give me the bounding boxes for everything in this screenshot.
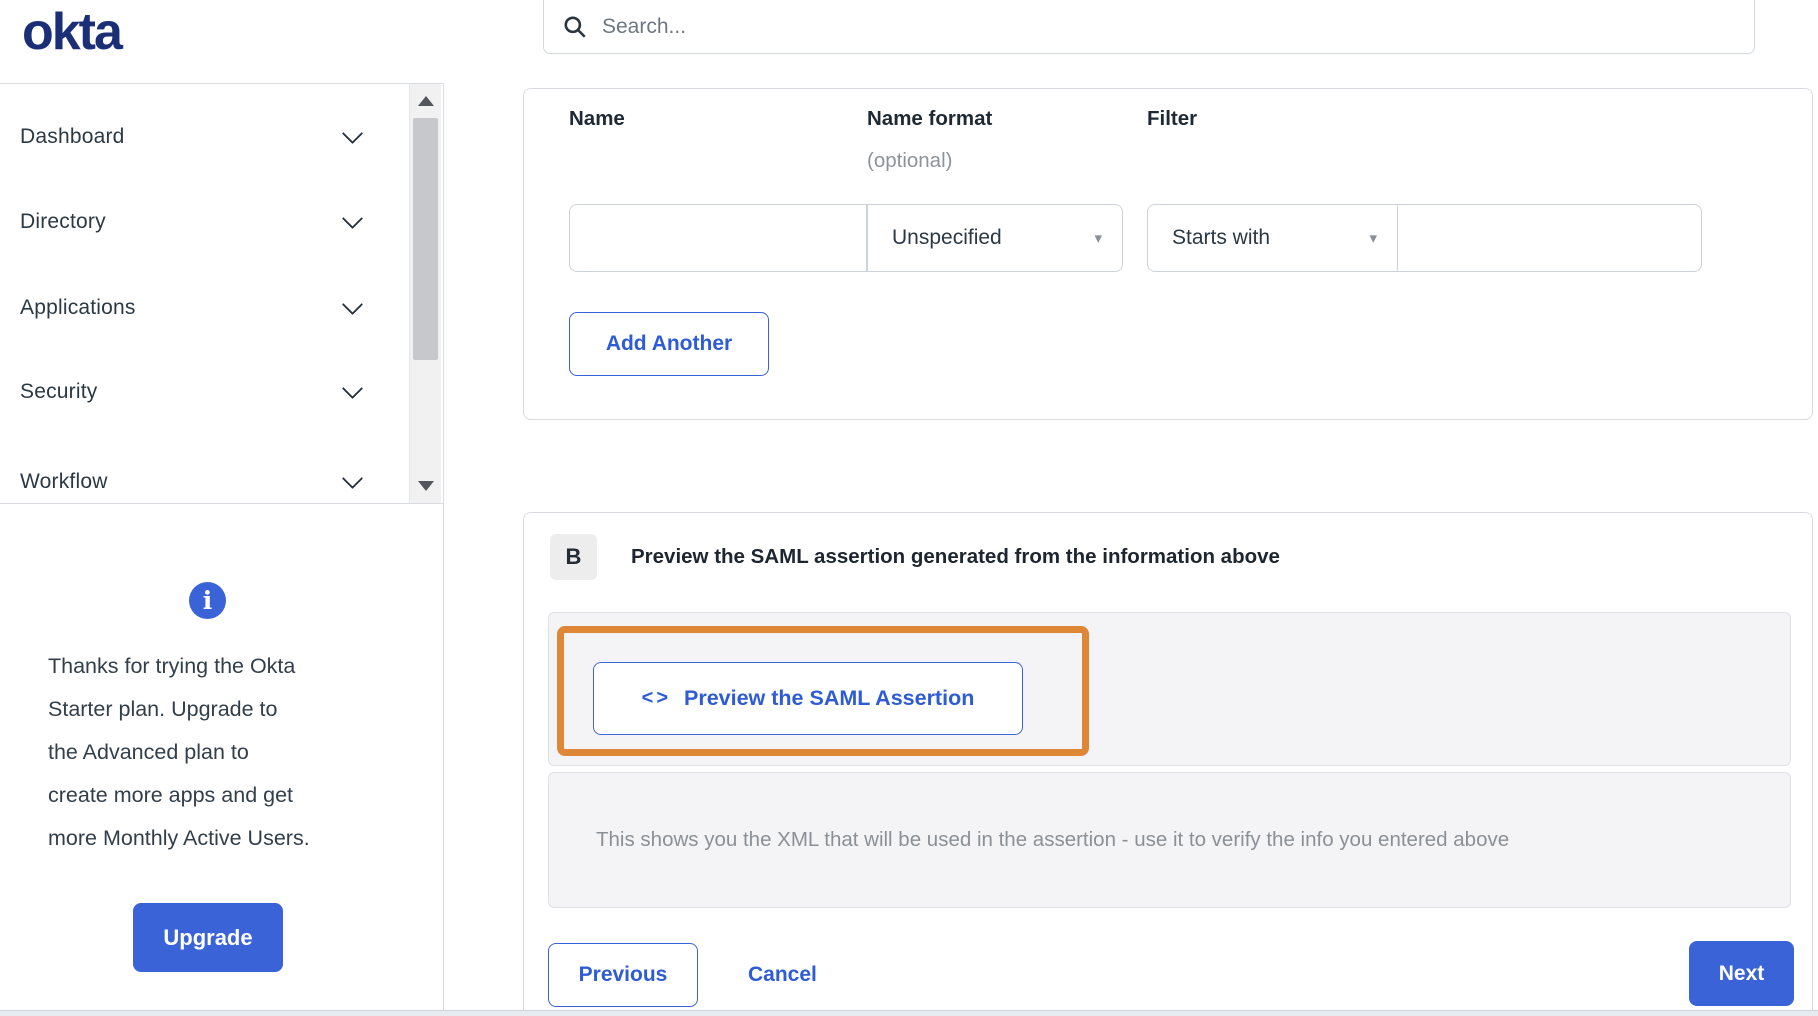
chevron-down-icon[interactable] (342, 123, 363, 144)
scroll-up-icon[interactable] (418, 96, 434, 106)
sidebar-divider (443, 83, 444, 1010)
search-input[interactable] (602, 15, 1736, 39)
chevron-down-icon[interactable] (342, 208, 363, 229)
bottom-edge-strip (0, 1010, 1818, 1016)
sidebar-item-directory[interactable]: Directory (0, 197, 409, 247)
preview-section-heading: Preview the SAML assertion generated fro… (631, 545, 1280, 569)
filter-operator-selected-value: Starts with (1172, 226, 1369, 250)
name-format-select[interactable]: Unspecified ▾ (867, 204, 1123, 272)
next-button[interactable]: Next (1689, 941, 1794, 1006)
plan-message-line: more Monthly Active Users. (48, 817, 398, 860)
preview-button-label: Preview the SAML Assertion (684, 686, 974, 711)
preview-saml-card: B Preview the SAML assertion generated f… (523, 512, 1813, 1012)
add-another-button[interactable]: Add Another (569, 312, 769, 376)
sidebar-item-workflow[interactable]: Workflow (0, 457, 409, 507)
plan-message-line: Starter plan. Upgrade to (48, 688, 398, 731)
sidebar-item-label: Workflow (20, 470, 108, 494)
step-b-badge: B (550, 534, 597, 580)
caret-down-icon: ▾ (1094, 229, 1102, 247)
plan-message: Thanks for trying the Okta Starter plan.… (48, 645, 398, 860)
attribute-form-card: Name Name format (optional) Filter Unspe… (523, 88, 1813, 420)
plan-message-line: the Advanced plan to (48, 731, 398, 774)
okta-logo: okta (22, 2, 121, 62)
sidebar-item-label: Directory (20, 210, 106, 234)
name-format-optional-label: (optional) (867, 149, 952, 173)
name-format-column-label: Name format (867, 107, 992, 131)
preview-caption-text: This shows you the XML that will be used… (596, 828, 1509, 852)
name-column-label: Name (569, 107, 625, 131)
scrollbar-thumb[interactable] (413, 118, 438, 360)
filter-column-label: Filter (1147, 107, 1197, 131)
upgrade-button[interactable]: Upgrade (133, 903, 283, 972)
chevron-down-icon[interactable] (342, 468, 363, 489)
filter-value-input[interactable] (1397, 204, 1702, 272)
code-brackets-icon: <> (642, 687, 671, 710)
attribute-name-input[interactable] (569, 204, 867, 272)
preview-saml-assertion-button[interactable]: <> Preview the SAML Assertion (593, 662, 1023, 735)
sidebar-item-label: Applications (20, 296, 136, 320)
search-icon (562, 14, 588, 40)
sidebar-scrollbar[interactable] (409, 84, 441, 503)
chevron-down-icon[interactable] (342, 294, 363, 315)
sidebar-top-border (0, 83, 443, 84)
name-format-selected-value: Unspecified (892, 226, 1094, 250)
info-icon: i (189, 582, 226, 619)
plan-message-line: create more apps and get (48, 774, 398, 817)
sidebar-item-dashboard[interactable]: Dashboard (0, 112, 409, 162)
sidebar-item-security[interactable]: Security (0, 367, 409, 417)
cancel-link[interactable]: Cancel (748, 943, 817, 1007)
sidebar-item-applications[interactable]: Applications (0, 283, 409, 333)
scroll-down-icon[interactable] (418, 481, 434, 491)
previous-button[interactable]: Previous (548, 943, 698, 1007)
sidebar-item-label: Security (20, 380, 97, 404)
global-search[interactable] (543, 0, 1755, 54)
preview-caption-panel: This shows you the XML that will be used… (548, 772, 1791, 908)
okta-admin-app: okta Dashboard Directory Applications Se… (0, 0, 1818, 1016)
caret-down-icon: ▾ (1369, 229, 1377, 247)
filter-operator-select[interactable]: Starts with ▾ (1147, 204, 1398, 272)
sidebar-item-label: Dashboard (20, 125, 125, 149)
chevron-down-icon[interactable] (342, 378, 363, 399)
plan-message-line: Thanks for trying the Okta (48, 645, 398, 688)
